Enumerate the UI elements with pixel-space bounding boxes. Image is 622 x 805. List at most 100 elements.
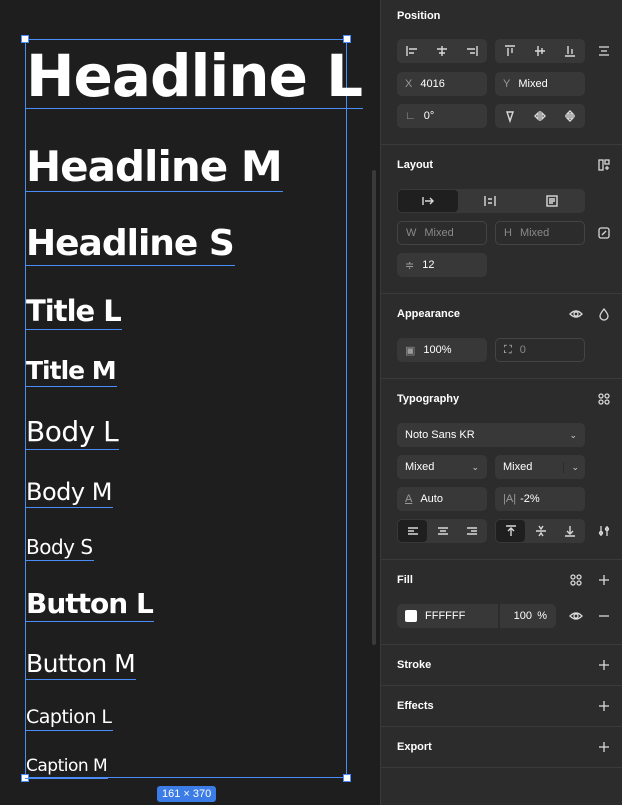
text-body-s[interactable]: Body S xyxy=(25,537,94,561)
constrain-proportions-icon[interactable] xyxy=(596,225,612,241)
font-family-select[interactable]: Noto Sans KR ⌄ xyxy=(397,423,585,447)
text-title-m[interactable]: Title M xyxy=(25,358,117,387)
corner-radius-field[interactable]: ⛶ 0 xyxy=(495,338,585,362)
transform-group xyxy=(495,104,585,128)
align-middle-button[interactable] xyxy=(525,39,555,63)
text-caption-l[interactable]: Caption L xyxy=(25,708,112,731)
line-height-value: Auto xyxy=(420,493,443,505)
drop-icon[interactable] xyxy=(596,306,612,322)
flip-horizontal-button[interactable] xyxy=(525,104,555,128)
y-label: Y xyxy=(503,78,511,90)
font-weight-value: Mixed xyxy=(405,461,435,473)
resize-handle-bottom-right[interactable] xyxy=(343,774,351,782)
x-position-field[interactable]: X 4016 xyxy=(397,72,487,96)
align-bottom-button[interactable] xyxy=(555,39,585,63)
canvas-scrollbar[interactable] xyxy=(372,170,376,645)
design-canvas[interactable]: Headline L Headline M Headline S Title L… xyxy=(0,0,380,805)
selection-size-badge: 161 × 370 xyxy=(157,786,217,802)
add-fill-icon[interactable] xyxy=(596,572,612,588)
y-position-field[interactable]: Y Mixed xyxy=(495,72,585,96)
fill-styles-icon[interactable] xyxy=(568,572,584,588)
text-align-bottom-icon xyxy=(565,526,576,537)
layout-title: Layout xyxy=(397,159,434,171)
text-headline-m[interactable]: Headline M xyxy=(25,146,283,192)
add-export-icon[interactable] xyxy=(596,739,612,755)
fill-color-field[interactable]: FFFFFF xyxy=(397,604,498,628)
text-align-center-button[interactable] xyxy=(428,519,457,543)
align-top-icon xyxy=(505,45,515,56)
position-title: Position xyxy=(397,10,441,22)
text-styles-icon[interactable] xyxy=(596,391,612,407)
align-middle-icon xyxy=(535,46,545,56)
text-body-m[interactable]: Body M xyxy=(25,480,113,508)
font-size-value: Mixed xyxy=(503,461,533,473)
w-label: W xyxy=(406,227,417,239)
vertical-text-align-group xyxy=(495,519,585,543)
text-align-left-icon xyxy=(407,527,418,535)
align-center-h-button[interactable] xyxy=(427,39,457,63)
text-align-right-button[interactable] xyxy=(458,519,487,543)
chevron-down-icon: ⌄ xyxy=(471,461,479,472)
font-size-select[interactable]: Mixed ⌄ xyxy=(495,455,585,479)
align-right-button[interactable] xyxy=(457,39,487,63)
horizontal-align-group xyxy=(397,39,487,63)
align-top-button[interactable] xyxy=(495,39,525,63)
text-align-right-icon xyxy=(467,527,478,535)
letter-spacing-icon: |A| xyxy=(503,493,517,505)
fill-color-swatch[interactable] xyxy=(405,610,417,622)
font-weight-select[interactable]: Mixed ⌄ xyxy=(397,455,487,479)
distribute-icon[interactable] xyxy=(596,43,612,59)
fill-visibility-eye-icon[interactable] xyxy=(568,608,584,624)
text-button-m[interactable]: Button M xyxy=(24,651,137,680)
text-title-l[interactable]: Title L xyxy=(25,297,122,330)
align-left-button[interactable] xyxy=(397,39,427,63)
text-button-l[interactable]: Button L xyxy=(25,590,154,622)
text-align-top-button[interactable] xyxy=(496,520,526,542)
flip-vertical-button[interactable] xyxy=(555,104,585,128)
height-field[interactable]: H Mixed xyxy=(495,221,585,245)
letter-spacing-field[interactable]: |A| -2% xyxy=(495,487,585,511)
appearance-title: Appearance xyxy=(397,308,460,320)
rotation-value: 0° xyxy=(423,110,435,122)
add-effect-icon[interactable] xyxy=(596,698,612,714)
align-bottom-icon xyxy=(565,46,575,57)
text-headline-s[interactable]: Headline S xyxy=(25,226,235,266)
arrow-right-icon xyxy=(422,197,434,205)
gap-value: 12 xyxy=(422,259,435,271)
layout-wrap-button[interactable] xyxy=(459,189,521,213)
remove-fill-icon[interactable] xyxy=(596,608,612,624)
rotation-field[interactable]: ∟ 0° xyxy=(397,104,487,128)
line-height-field[interactable]: A Auto xyxy=(397,487,487,511)
fill-color-hex: FFFFFF xyxy=(425,610,466,622)
text-align-middle-button[interactable] xyxy=(526,519,555,543)
add-stroke-icon[interactable] xyxy=(596,657,612,673)
text-align-bottom-button[interactable] xyxy=(556,519,585,543)
rotate-button[interactable] xyxy=(495,104,525,128)
opacity-icon: ▣ xyxy=(405,344,416,357)
width-field[interactable]: W Mixed xyxy=(397,221,487,245)
fill-section: Fill FFFFFF 100 % xyxy=(381,560,622,645)
angle-icon: ∟ xyxy=(405,110,416,122)
stroke-title: Stroke xyxy=(397,659,432,671)
eye-icon[interactable] xyxy=(568,306,584,322)
y-value: Mixed xyxy=(518,78,548,90)
text-settings-icon[interactable] xyxy=(596,523,612,539)
text-block-icon xyxy=(546,195,558,207)
text-headline-l[interactable]: Headline L xyxy=(24,47,364,109)
h-label: H xyxy=(504,227,512,239)
opacity-value: 100% xyxy=(423,344,452,356)
gap-field[interactable]: ≑ 12 xyxy=(397,253,487,277)
layout-grid-icon[interactable] xyxy=(596,157,612,173)
text-align-left-button[interactable] xyxy=(398,520,428,542)
opacity-field[interactable]: ▣ 100% xyxy=(397,338,487,362)
layout-horizontal-button[interactable] xyxy=(398,190,458,212)
fill-opacity-field[interactable]: 100 % xyxy=(500,604,556,628)
layout-text-button[interactable] xyxy=(521,189,583,213)
text-body-l[interactable]: Body L xyxy=(24,418,120,450)
font-family-value: Noto Sans KR xyxy=(405,429,475,441)
align-center-h-icon xyxy=(437,46,447,56)
align-left-icon xyxy=(406,46,417,56)
gap-icon: ≑ xyxy=(405,259,415,272)
export-title: Export xyxy=(397,741,432,753)
text-caption-m[interactable]: Caption M xyxy=(24,758,109,779)
